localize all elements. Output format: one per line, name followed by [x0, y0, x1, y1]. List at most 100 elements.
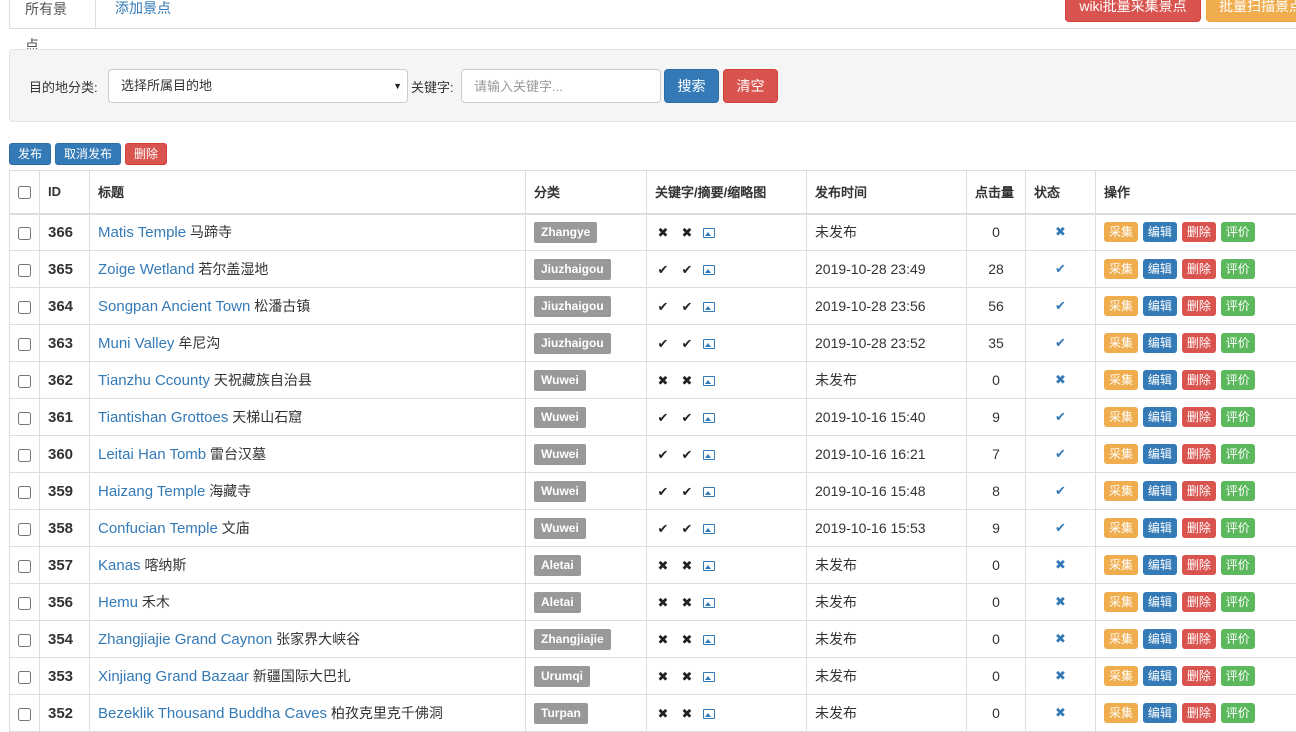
- row-title-link[interactable]: Songpan Ancient Town: [98, 298, 250, 315]
- delete-button[interactable]: 删除: [1182, 555, 1216, 575]
- tab-add-spot[interactable]: 添加景点: [100, 0, 186, 28]
- destination-select[interactable]: 选择所属目的地 ▼: [108, 69, 408, 103]
- bulk-unpublish-button[interactable]: 取消发布: [55, 143, 121, 165]
- row-title-cell: Confucian Temple 文庙: [90, 510, 526, 547]
- row-title-link[interactable]: Muni Valley: [98, 335, 174, 352]
- edit-button[interactable]: 编辑: [1143, 444, 1177, 464]
- row-checkbox[interactable]: [18, 338, 31, 351]
- collect-button[interactable]: 采集: [1104, 481, 1138, 501]
- row-title-link[interactable]: Haizang Temple: [98, 483, 205, 500]
- row-checkbox[interactable]: [18, 264, 31, 277]
- row-checkbox[interactable]: [18, 560, 31, 573]
- delete-button[interactable]: 删除: [1182, 444, 1216, 464]
- row-checkbox[interactable]: [18, 227, 31, 240]
- row-title-link[interactable]: Bezeklik Thousand Buddha Caves: [98, 705, 327, 722]
- row-meta-cell: ✔ ✔: [647, 251, 807, 288]
- clear-button[interactable]: 清空: [723, 69, 778, 103]
- collect-button[interactable]: 采集: [1104, 296, 1138, 316]
- row-checkbox[interactable]: [18, 523, 31, 536]
- row-checkbox[interactable]: [18, 486, 31, 499]
- edit-button[interactable]: 编辑: [1143, 370, 1177, 390]
- evaluate-button[interactable]: 评价: [1221, 296, 1255, 316]
- row-title-link[interactable]: Matis Temple: [98, 224, 186, 241]
- row-title-link[interactable]: Confucian Temple: [98, 520, 218, 537]
- batch-scan-button[interactable]: 批量扫描景点: [1206, 0, 1296, 22]
- select-all-checkbox[interactable]: [18, 186, 31, 199]
- collect-button[interactable]: 采集: [1104, 629, 1138, 649]
- delete-button[interactable]: 删除: [1182, 222, 1216, 242]
- evaluate-button[interactable]: 评价: [1221, 518, 1255, 538]
- evaluate-button[interactable]: 评价: [1221, 629, 1255, 649]
- delete-button[interactable]: 删除: [1182, 259, 1216, 279]
- edit-button[interactable]: 编辑: [1143, 407, 1177, 427]
- search-button[interactable]: 搜索: [664, 69, 719, 103]
- edit-button[interactable]: 编辑: [1143, 666, 1177, 686]
- evaluate-button[interactable]: 评价: [1221, 703, 1255, 723]
- edit-button[interactable]: 编辑: [1143, 222, 1177, 242]
- edit-button[interactable]: 编辑: [1143, 259, 1177, 279]
- collect-button[interactable]: 采集: [1104, 666, 1138, 686]
- delete-button[interactable]: 删除: [1182, 703, 1216, 723]
- edit-button[interactable]: 编辑: [1143, 629, 1177, 649]
- row-title-link[interactable]: Leitai Han Tomb: [98, 446, 206, 463]
- evaluate-button[interactable]: 评价: [1221, 222, 1255, 242]
- evaluate-button[interactable]: 评价: [1221, 407, 1255, 427]
- evaluate-button[interactable]: 评价: [1221, 555, 1255, 575]
- collect-button[interactable]: 采集: [1104, 222, 1138, 242]
- collect-button[interactable]: 采集: [1104, 259, 1138, 279]
- delete-button[interactable]: 删除: [1182, 333, 1216, 353]
- row-title-link[interactable]: Kanas: [98, 557, 141, 574]
- evaluate-button[interactable]: 评价: [1221, 333, 1255, 353]
- keyword-input[interactable]: [461, 69, 661, 103]
- bulk-publish-button[interactable]: 发布: [9, 143, 51, 165]
- collect-button[interactable]: 采集: [1104, 703, 1138, 723]
- row-title-link[interactable]: Tiantishan Grottoes: [98, 409, 228, 426]
- edit-button[interactable]: 编辑: [1143, 296, 1177, 316]
- collect-button[interactable]: 采集: [1104, 518, 1138, 538]
- collect-button[interactable]: 采集: [1104, 592, 1138, 612]
- evaluate-button[interactable]: 评价: [1221, 370, 1255, 390]
- collect-button[interactable]: 采集: [1104, 407, 1138, 427]
- row-checkbox[interactable]: [18, 597, 31, 610]
- row-title-link[interactable]: Zoige Wetland: [98, 261, 194, 278]
- evaluate-button[interactable]: 评价: [1221, 666, 1255, 686]
- evaluate-button[interactable]: 评价: [1221, 592, 1255, 612]
- row-checkbox[interactable]: [18, 671, 31, 684]
- delete-button[interactable]: 删除: [1182, 518, 1216, 538]
- header-operations: 操作: [1096, 171, 1296, 214]
- tab-all-spots[interactable]: 所有景点: [9, 0, 96, 28]
- row-title-link[interactable]: Hemu: [98, 594, 138, 611]
- wiki-batch-collect-button[interactable]: wiki批量采集景点: [1065, 0, 1201, 22]
- evaluate-button[interactable]: 评价: [1221, 444, 1255, 464]
- delete-button[interactable]: 删除: [1182, 592, 1216, 612]
- edit-button[interactable]: 编辑: [1143, 481, 1177, 501]
- delete-button[interactable]: 删除: [1182, 407, 1216, 427]
- edit-button[interactable]: 编辑: [1143, 592, 1177, 612]
- row-checkbox[interactable]: [18, 412, 31, 425]
- delete-button[interactable]: 删除: [1182, 370, 1216, 390]
- edit-button[interactable]: 编辑: [1143, 518, 1177, 538]
- bulk-delete-button[interactable]: 删除: [125, 143, 167, 165]
- collect-button[interactable]: 采集: [1104, 333, 1138, 353]
- edit-button[interactable]: 编辑: [1143, 703, 1177, 723]
- row-title-link[interactable]: Zhangjiajie Grand Caynon: [98, 631, 272, 648]
- delete-button[interactable]: 删除: [1182, 296, 1216, 316]
- row-category-cell: Aletai: [526, 547, 647, 584]
- edit-button[interactable]: 编辑: [1143, 555, 1177, 575]
- edit-button[interactable]: 编辑: [1143, 333, 1177, 353]
- row-checkbox[interactable]: [18, 634, 31, 647]
- collect-button[interactable]: 采集: [1104, 444, 1138, 464]
- row-checkbox[interactable]: [18, 449, 31, 462]
- row-checkbox[interactable]: [18, 708, 31, 721]
- collect-button[interactable]: 采集: [1104, 555, 1138, 575]
- row-checkbox[interactable]: [18, 375, 31, 388]
- delete-button[interactable]: 删除: [1182, 481, 1216, 501]
- row-checkbox[interactable]: [18, 301, 31, 314]
- row-title-link[interactable]: Tianzhu Ccounty: [98, 372, 210, 389]
- row-title-link[interactable]: Xinjiang Grand Bazaar: [98, 668, 249, 685]
- evaluate-button[interactable]: 评价: [1221, 259, 1255, 279]
- delete-button[interactable]: 删除: [1182, 666, 1216, 686]
- collect-button[interactable]: 采集: [1104, 370, 1138, 390]
- delete-button[interactable]: 删除: [1182, 629, 1216, 649]
- evaluate-button[interactable]: 评价: [1221, 481, 1255, 501]
